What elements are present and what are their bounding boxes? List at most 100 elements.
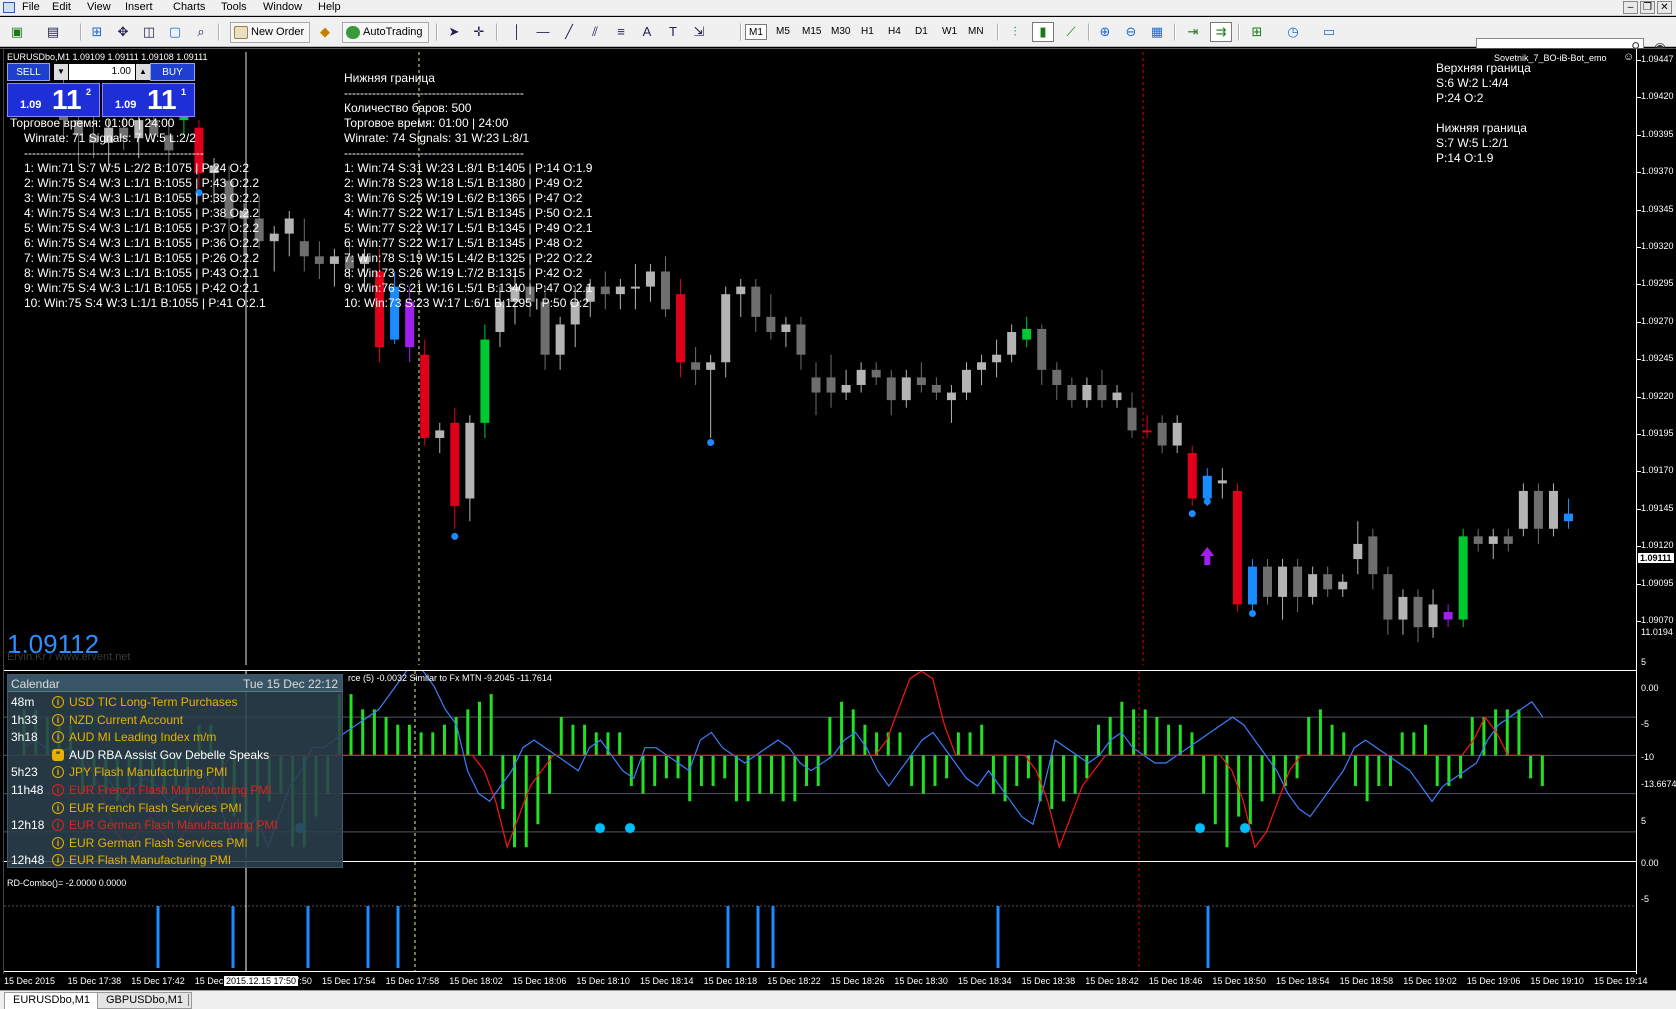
horizontal-line-icon[interactable]: — bbox=[532, 22, 554, 42]
autoscroll-icon[interactable]: ⇉ bbox=[1210, 22, 1232, 42]
tab-gbpusdbo-m1[interactable]: GBPUSDbo,M1 bbox=[97, 992, 193, 1009]
info-icon: i bbox=[52, 836, 64, 849]
indicators-icon[interactable]: ⊞ bbox=[1246, 22, 1268, 42]
time-scale[interactable]: 15 Dec 2015 15 Dec 17:38 15 Dec 17:42 15 De… bbox=[4, 971, 1648, 989]
price-pane[interactable] bbox=[4, 52, 1636, 665]
timeframe-w1[interactable]: W1 bbox=[939, 24, 960, 40]
candle-body bbox=[1518, 490, 1528, 529]
tester-icon[interactable]: ⌕ bbox=[190, 22, 212, 42]
menu-help[interactable]: Help bbox=[318, 1, 341, 13]
right-upper-title: Верхняя граница bbox=[1436, 61, 1531, 75]
toolbar-separator bbox=[496, 23, 498, 41]
tab-scroll-control[interactable] bbox=[188, 994, 196, 1006]
menu-insert[interactable]: Insert bbox=[125, 1, 153, 13]
time-label: 15 Dec 17:42 bbox=[131, 976, 185, 986]
text-icon[interactable]: A bbox=[636, 22, 658, 42]
equidistant-channel-icon[interactable]: ⫽ bbox=[584, 22, 606, 42]
close-icon[interactable]: ✕ bbox=[1657, 1, 1672, 14]
menu-window[interactable]: Window bbox=[263, 1, 302, 13]
buy-button[interactable]: BUY bbox=[150, 63, 195, 81]
timeframe-m5[interactable]: M5 bbox=[773, 24, 793, 40]
periods-icon[interactable]: ◷ bbox=[1282, 22, 1304, 42]
calendar-event[interactable]: 11h48 i EUR French Flash Manufacturing PMI bbox=[8, 781, 342, 799]
candle-body bbox=[1458, 536, 1468, 620]
zoom-out-icon[interactable]: ⊖ bbox=[1120, 22, 1142, 42]
ask-price-box[interactable]: 1.09 11 1 bbox=[102, 83, 195, 117]
line-chart-icon[interactable]: ⟋ bbox=[1060, 22, 1082, 42]
timeframe-d1[interactable]: D1 bbox=[912, 24, 931, 40]
trendline-icon[interactable]: ╱ bbox=[558, 22, 580, 42]
menu-edit[interactable]: Edit bbox=[52, 1, 71, 13]
bid-price-box[interactable]: 1.09 11 2 bbox=[7, 83, 100, 117]
time-label: 15 Dec 17:58 bbox=[385, 976, 440, 986]
event-name: USD TIC Long-Term Purchases bbox=[69, 695, 238, 709]
new-order-button[interactable]: New Order bbox=[230, 22, 311, 43]
price-label: 1.09095 bbox=[1641, 577, 1674, 588]
timeframe-m30[interactable]: M30 bbox=[828, 24, 853, 40]
arrows-icon[interactable]: ⇲ bbox=[688, 22, 710, 42]
navigator-icon[interactable]: ◫ bbox=[138, 22, 160, 42]
timeframe-h4[interactable]: H4 bbox=[885, 24, 904, 40]
calendar-event[interactable]: 1h33 i NZD Current Account bbox=[8, 711, 342, 729]
time-label: 15 Dec 18:34 bbox=[958, 976, 1012, 986]
price-scale[interactable]: 1.09447 1.09420 1.09395 1.09370 1.09345 1.093… bbox=[1636, 49, 1676, 974]
calendar-event[interactable]: 12h48 i EUR Flash Manufacturing PMI bbox=[8, 851, 342, 869]
zoom-in-icon[interactable]: ⊕ bbox=[1094, 22, 1116, 42]
mid-trade-time: Торговое время: 01:00 | 24:00 bbox=[344, 116, 509, 130]
restore-icon[interactable]: ❐ bbox=[1640, 1, 1655, 14]
cursor-icon[interactable]: ➤ bbox=[443, 22, 465, 42]
timeframe-m1[interactable]: M1 bbox=[745, 24, 767, 40]
chart-shift-icon[interactable]: ⇥ bbox=[1182, 22, 1204, 42]
timeframe-h1[interactable]: H1 bbox=[858, 24, 877, 40]
tile-windows-icon[interactable]: ▦ bbox=[1146, 22, 1168, 42]
calendar-event[interactable]: 48m i USD TIC Long-Term Purchases bbox=[8, 693, 342, 711]
terminal-icon[interactable]: ▢ bbox=[164, 22, 186, 42]
text-label-icon[interactable]: T bbox=[662, 22, 684, 42]
timeframe-mn[interactable]: MN bbox=[965, 24, 987, 40]
left-stats-row: 6: Win:75 S:4 W:3 L:1/1 B:1055 | P:36 O:… bbox=[24, 236, 260, 250]
calendar-event[interactable]: " AUD RBA Assist Gov Debelle Speaks bbox=[8, 746, 342, 764]
calendar-event[interactable]: i EUR French Flash Services PMI bbox=[8, 799, 342, 817]
volume-up-icon[interactable]: ▲ bbox=[136, 64, 150, 80]
menu-charts[interactable]: Charts bbox=[173, 1, 205, 13]
left-separator: ----------------------------------------… bbox=[24, 146, 204, 160]
indicator-pane-2[interactable] bbox=[4, 861, 1636, 971]
menu-file[interactable]: File bbox=[22, 1, 40, 13]
data-window-icon[interactable]: ✥ bbox=[112, 22, 134, 42]
profiles-icon[interactable]: ▤ bbox=[42, 22, 64, 42]
calendar-event[interactable]: 12h18 i EUR German Flash Manufacturing PMI bbox=[8, 816, 342, 834]
timeframe-m15[interactable]: M15 bbox=[799, 24, 824, 40]
templates-icon[interactable]: ▭ bbox=[1318, 22, 1340, 42]
candle-body bbox=[1398, 596, 1408, 620]
time-label: 15 Dec 18:14 bbox=[640, 976, 694, 986]
minimize-icon[interactable]: – bbox=[1623, 1, 1638, 14]
new-order-icon bbox=[234, 26, 248, 39]
crosshair-icon[interactable]: ✛ bbox=[468, 22, 490, 42]
calendar-event[interactable]: i EUR German Flash Services PMI bbox=[8, 834, 342, 852]
candle-body bbox=[645, 271, 655, 287]
time-label: 15 Dec 2015 bbox=[4, 976, 56, 986]
info-icon: i bbox=[52, 766, 64, 779]
fibonacci-icon[interactable]: ≡ bbox=[610, 22, 632, 42]
tab-eurusdbo-m1[interactable]: EURUSDbo,M1 bbox=[4, 992, 100, 1009]
bid-big: 11 bbox=[52, 84, 82, 115]
volume-down-icon[interactable]: ▼ bbox=[54, 64, 68, 80]
new-chart-icon[interactable]: ▣ bbox=[6, 22, 28, 42]
time-label: 15 Dec 18:58 bbox=[1339, 976, 1394, 986]
copyright-label: Ervin.Kr / www.ervent.net bbox=[7, 651, 131, 663]
bar-chart-icon[interactable]: ⫶ bbox=[1004, 22, 1026, 42]
candlestick-icon[interactable]: ▮ bbox=[1032, 22, 1054, 42]
calendar-event[interactable]: 3h18 i AUD MI Leading Index m/m bbox=[8, 728, 342, 746]
market-watch-icon[interactable]: ⊞ bbox=[86, 22, 108, 42]
menu-tools[interactable]: Tools bbox=[221, 1, 247, 13]
volume-input[interactable]: 1.00 bbox=[69, 64, 135, 80]
candle-body bbox=[1172, 422, 1182, 446]
sell-button[interactable]: SELL bbox=[7, 63, 50, 81]
menu-view[interactable]: View bbox=[87, 1, 111, 13]
metaeditor-icon[interactable]: ◆ bbox=[314, 22, 336, 42]
candle-body bbox=[931, 384, 941, 393]
vertical-line-icon[interactable]: │ bbox=[506, 22, 528, 42]
autotrading-button[interactable]: AutoTrading bbox=[342, 22, 429, 43]
indicator-1-scale-label: 5 bbox=[1641, 657, 1647, 667]
calendar-event[interactable]: 5h23 i JPY Flash Manufacturing PMI bbox=[8, 763, 342, 781]
